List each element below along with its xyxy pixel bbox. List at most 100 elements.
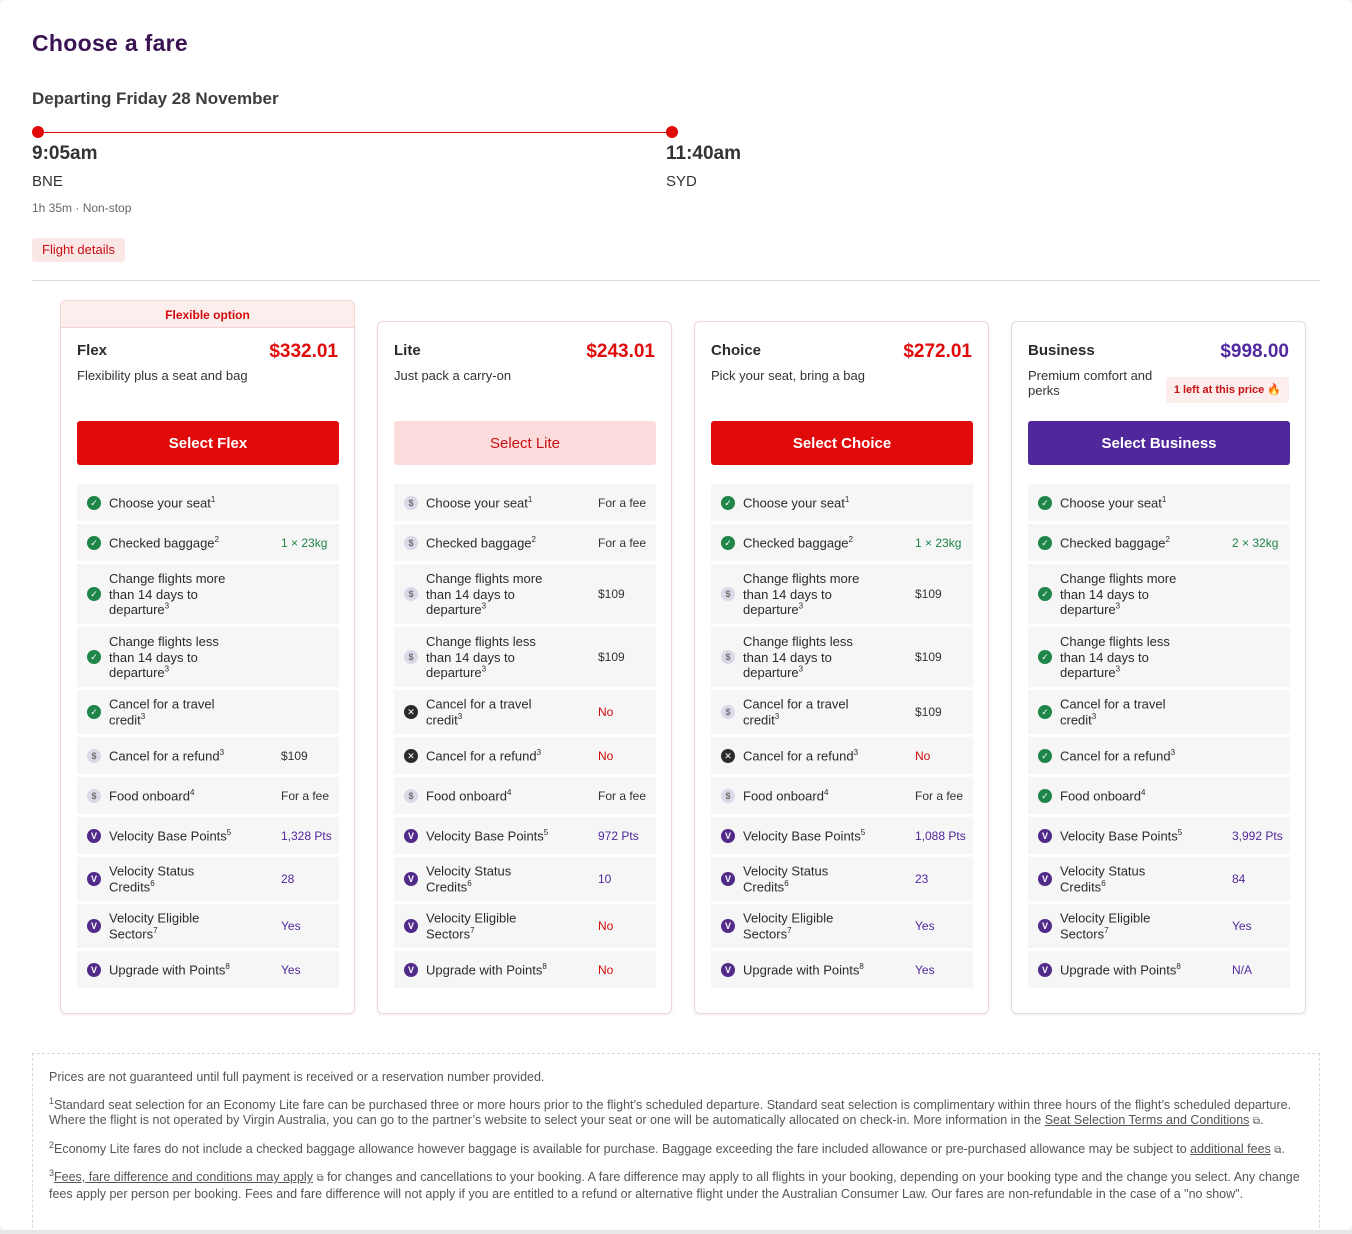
fees-conditions-link[interactable]: Fees, fare difference and conditions may… (54, 1170, 313, 1184)
select-business-button[interactable]: Select Business (1028, 421, 1290, 465)
feature-row: ✓ Change flights less than 14 days to de… (1028, 627, 1290, 687)
select-flex-button[interactable]: Select Flex (77, 421, 339, 465)
feature-label-text: Food onboard (109, 787, 190, 803)
footnote-ref: 8 (859, 961, 864, 971)
footnote-ref: 5 (1177, 827, 1183, 837)
feature-label: Velocity Status Credits6 (109, 864, 234, 895)
check-circle-icon: ✓ (1038, 535, 1052, 550)
footnote-ref: 3 (481, 601, 487, 611)
footnote-ref: 3 (536, 747, 542, 757)
velocity-icon: V (404, 872, 418, 886)
feature-label: Food onboard4 (743, 788, 868, 804)
fare-name: Business (1028, 342, 1095, 359)
fare-features: ✓ Choose your seat1 ✓ Checked baggage2 1… (711, 484, 973, 991)
additional-fees-link[interactable]: additional fees (1190, 1142, 1271, 1156)
fare-price: $998.00 (1220, 341, 1289, 362)
fare-price: $243.01 (586, 341, 655, 362)
footnote-ref: 2 (1165, 534, 1170, 544)
feature-label-text: Cancel for a travel credit (109, 696, 215, 728)
feature-row: ✓ Choose your seat1 (77, 484, 339, 521)
footnote-ref: 7 (470, 925, 475, 935)
feature-label: Choose your seat1 (743, 495, 868, 511)
feature-label: Change flights more than 14 days to depa… (109, 571, 234, 618)
select-choice-button[interactable]: Select Choice (711, 421, 973, 465)
feature-value: For a fee (598, 788, 647, 803)
feature-value: No (598, 962, 614, 977)
feature-value: For a fee (598, 535, 647, 550)
seat-selection-terms-link[interactable]: Seat Selection Terms and Conditions (1045, 1113, 1250, 1127)
feature-label: Checked baggage2 (1060, 535, 1185, 551)
feature-label-text: Choose your seat (743, 494, 845, 510)
arrive-time: 11:40am (666, 143, 742, 164)
fare-features: ✓ Choose your seat1 ✓ Checked baggage2 2… (1028, 484, 1290, 991)
dollar-circle-icon: $ (404, 650, 418, 664)
fare-price: $332.01 (269, 341, 338, 362)
feature-row: ✓ Choose your seat1 (1028, 484, 1290, 521)
divider (32, 280, 1320, 281)
page-title: Choose a fare (32, 30, 189, 56)
footnote-ref: 3 (1115, 601, 1121, 611)
velocity-icon: V (404, 919, 418, 933)
fare-price: $272.01 (903, 341, 972, 362)
fare-description: Pick your seat, bring a bag (711, 368, 865, 383)
cross-circle-icon: ✕ (404, 748, 418, 763)
feature-value: For a fee (915, 788, 964, 803)
flight-details-button[interactable]: Flight details (32, 238, 125, 262)
feature-value: For a fee (598, 495, 647, 510)
footnote-ref: 3 (164, 664, 170, 674)
feature-label-text: Cancel for a travel credit (1060, 696, 1166, 728)
feature-label-text: Checked baggage (109, 534, 215, 550)
feature-row: V Velocity Eligible Sectors7 Yes (77, 904, 339, 948)
fare-card-flex: Flex $332.01 Flexibility plus a seat and b… (60, 327, 355, 1014)
select-lite-button[interactable]: Select Lite (394, 421, 656, 465)
feature-label: Checked baggage2 (109, 535, 234, 551)
feature-value: 1 × 23kg (915, 535, 962, 550)
fare-description: Flexibility plus a seat and bag (77, 368, 248, 383)
feature-label: Food onboard4 (109, 788, 234, 804)
cross-circle-icon: ✕ (404, 705, 418, 719)
footnote-3: 3Fees, fare difference and conditions ma… (49, 1168, 1303, 1202)
dollar-circle-icon: $ (721, 650, 735, 664)
check-circle-icon: ✓ (1038, 587, 1052, 601)
feature-value: No (598, 919, 614, 933)
feature-label-text: Food onboard (743, 787, 824, 803)
footnote-ref: 5 (543, 827, 549, 837)
velocity-icon: V (87, 919, 101, 933)
velocity-icon: V (721, 872, 735, 886)
velocity-icon: V (721, 828, 735, 843)
feature-row: ✓ Change flights more than 14 days to de… (77, 564, 339, 624)
feature-value: 3,992 Pts (1232, 828, 1283, 843)
feature-row: V Velocity Eligible Sectors7 No (394, 904, 656, 948)
velocity-icon: V (1038, 828, 1052, 843)
feature-value: No (598, 705, 614, 719)
feature-label-text: Choose your seat (109, 494, 211, 510)
feature-value: Yes (281, 962, 301, 977)
footnote-2: 2Economy Lite fares do not include a che… (49, 1139, 1285, 1156)
feature-label: Food onboard4 (426, 788, 551, 804)
feature-row: V Velocity Eligible Sectors7 Yes (711, 904, 973, 948)
feature-label-text: Cancel for a refund (1060, 747, 1171, 763)
feature-label-text: Cancel for a travel credit (426, 696, 532, 728)
feature-label: Choose your seat1 (426, 495, 551, 511)
check-circle-icon: ✓ (721, 535, 735, 550)
footnote-ref: 6 (467, 878, 472, 888)
feature-value: $109 (281, 748, 308, 763)
feature-row: $ Change flights more than 14 days to de… (711, 564, 973, 624)
feature-label-text: Upgrade with Points (743, 961, 860, 977)
bottom-bar (0, 1230, 1352, 1234)
choose-fare-modal: Choose a fare Departing Friday 28 Novemb… (0, 0, 1352, 1230)
feature-label-text: Velocity Base Points (426, 827, 544, 843)
dollar-circle-icon: $ (87, 788, 101, 803)
feature-row: $ Food onboard4 For a fee (77, 777, 339, 814)
price-disclaimer: Prices are not guaranteed until full pay… (49, 1070, 545, 1084)
footnote-ref: 3 (164, 601, 170, 611)
fare-card-lite: Lite $243.01 Just pack a carry-on Select Li… (377, 321, 672, 1014)
feature-value: Yes (1232, 919, 1252, 933)
footnote-ref: 5 (860, 827, 866, 837)
feature-value: $109 (598, 650, 625, 664)
feature-value: 1,328 Pts (281, 828, 332, 843)
check-circle-icon: ✓ (87, 495, 101, 510)
seats-left-text: 1 left at this price (1173, 384, 1265, 396)
feature-row: $ Food onboard4 For a fee (394, 777, 656, 814)
feature-label-text: Cancel for a refund (426, 747, 537, 763)
